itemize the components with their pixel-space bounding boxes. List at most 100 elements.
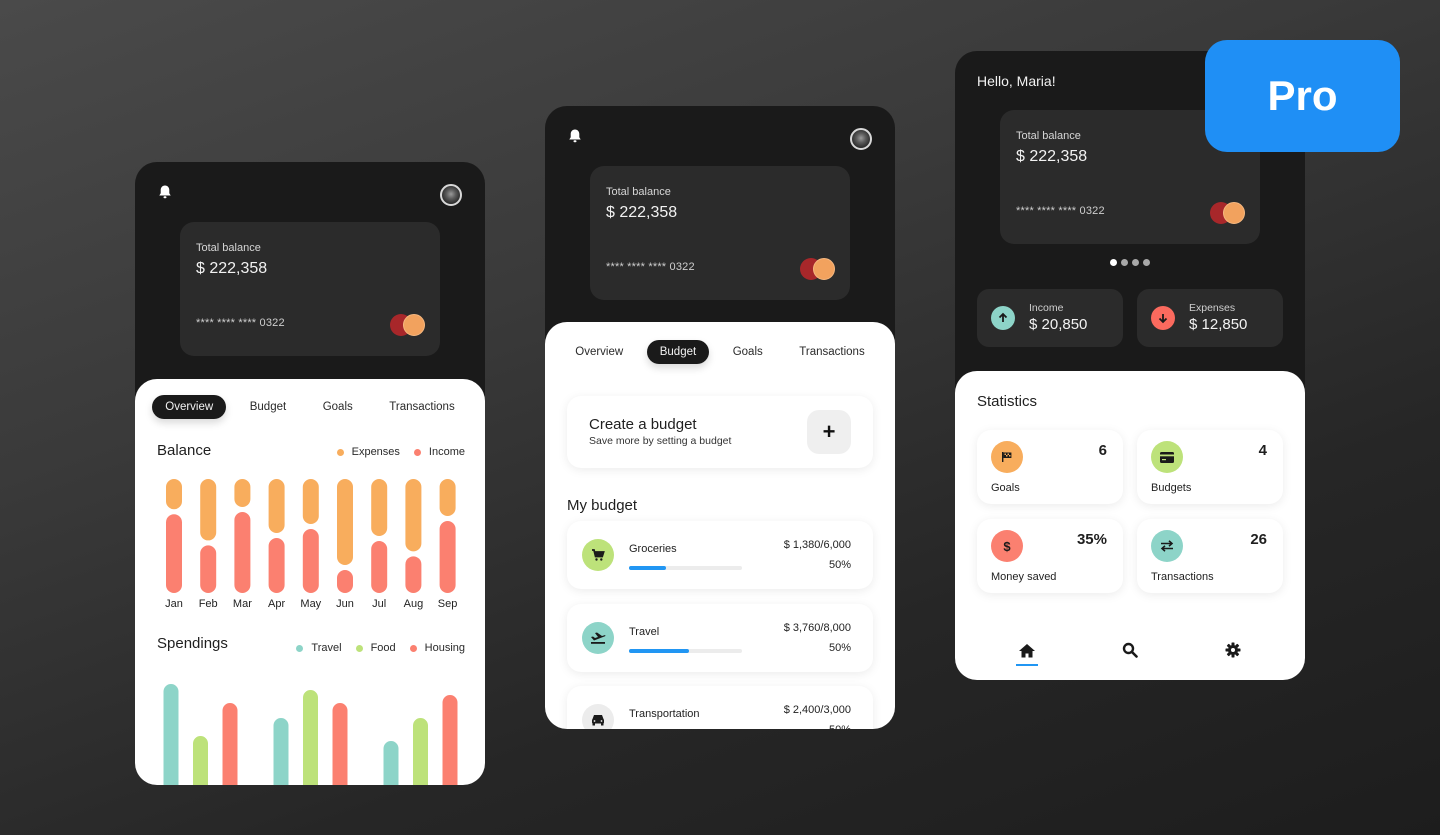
stat-label: Goals [991, 482, 1020, 494]
budget-item[interactable]: Travel $ 3,760/8,000 50% [567, 604, 873, 672]
statistics-title: Statistics [977, 393, 1038, 410]
balance-month-label: May [300, 598, 321, 610]
expenses-label: Expenses [1189, 302, 1236, 314]
phone-budget-screen: Total balance $ 222,358 **** **** **** 0… [545, 106, 895, 729]
flag-icon [991, 441, 1023, 473]
balance-bar-expenses [337, 479, 353, 565]
plane-icon [582, 622, 614, 654]
nav-search[interactable] [1110, 630, 1150, 670]
balance-amount: $ 222,358 [196, 260, 268, 277]
balance-title: Balance [157, 442, 212, 459]
stat-goals[interactable]: 6 Goals [977, 430, 1123, 504]
stat-label: Budgets [1151, 482, 1192, 494]
budget-progress [629, 649, 742, 653]
income-value: $ 20,850 [1029, 316, 1088, 333]
create-budget-title: Create a budget [589, 416, 697, 433]
tab-goals[interactable]: Goals [720, 340, 776, 364]
carousel-dot[interactable] [1110, 259, 1117, 266]
bell-icon[interactable] [157, 184, 173, 200]
carousel-dot[interactable] [1132, 259, 1139, 266]
stat-value: 4 [1258, 442, 1267, 459]
statistics-sheet: Statistics 6 Goals 4 Budgets $ 35% Money… [955, 371, 1305, 680]
stat-value: 6 [1098, 442, 1107, 459]
balance-label: Total balance [196, 242, 261, 254]
avatar[interactable] [850, 128, 872, 150]
budget-progress [629, 566, 742, 570]
tab-transactions[interactable]: Transactions [376, 395, 467, 419]
home-icon [1018, 643, 1035, 657]
car-icon [582, 704, 614, 729]
my-budget-title: My budget [567, 497, 638, 514]
nav-home[interactable] [1007, 630, 1047, 670]
expenses-card[interactable]: Expenses $ 12,850 [1137, 289, 1283, 347]
tab-transactions[interactable]: Transactions [786, 340, 877, 364]
tab-overview[interactable]: Overview [562, 340, 636, 364]
budget-name: Transportation [629, 708, 700, 720]
budget-name: Travel [629, 626, 660, 638]
budget-item[interactable]: Transportation $ 2,400/3,000 50% [567, 686, 873, 729]
budget-percent: 50% [828, 642, 851, 654]
tab-budget[interactable]: Budget [237, 395, 299, 419]
stat-money-saved[interactable]: $ 35% Money saved [977, 519, 1123, 593]
balance-bar-income [371, 541, 388, 593]
mastercard-icon [390, 314, 426, 336]
spendings-bar-housing [222, 703, 238, 785]
balance-month-label: Jul [372, 598, 386, 610]
expenses-value: $ 12,850 [1189, 316, 1248, 333]
create-budget-card[interactable]: Create a budget Save more by setting a b… [567, 396, 873, 468]
carousel-dot[interactable] [1143, 259, 1150, 266]
stat-label: Money saved [991, 571, 1057, 583]
balance-month-label: Feb [199, 598, 218, 610]
balance-bar-income [405, 556, 422, 593]
budget-percent: 50% [828, 559, 851, 571]
tab-bar: Overview Budget Goals Transactions [135, 395, 485, 419]
tab-overview[interactable]: Overview [152, 395, 227, 419]
dollar-icon: $ [991, 530, 1023, 562]
card-carousel-indicator[interactable] [1110, 259, 1150, 266]
balance-card[interactable]: Total balance $ 222,358 **** **** **** 0… [590, 166, 850, 300]
mastercard-icon [800, 258, 836, 280]
balance-bar-expenses [166, 479, 182, 510]
add-budget-button[interactable]: + [807, 410, 851, 454]
spendings-chart [163, 684, 458, 785]
balance-bar-income [234, 512, 251, 593]
balance-bar-income [166, 514, 182, 593]
balance-month-label: Mar [233, 598, 252, 610]
phone-overview-screen: Total balance $ 222,358 **** **** **** 0… [135, 162, 485, 785]
balance-amount: $ 222,358 [1016, 148, 1088, 165]
nav-settings[interactable] [1213, 630, 1253, 670]
arrow-up-icon [991, 306, 1015, 330]
stat-budgets[interactable]: 4 Budgets [1137, 430, 1283, 504]
spendings-bar-food [303, 690, 318, 785]
budget-name: Groceries [629, 543, 677, 555]
balance-amount: $ 222,358 [606, 204, 678, 221]
bell-icon[interactable] [567, 128, 583, 144]
tab-goals[interactable]: Goals [310, 395, 366, 419]
exchange-icon [1151, 530, 1183, 562]
cart-icon [582, 539, 614, 571]
tab-budget[interactable]: Budget [646, 340, 710, 364]
balance-bar-income [200, 545, 217, 593]
balance-card[interactable]: Total balance $ 222,358 **** **** **** 0… [180, 222, 440, 356]
greeting: Hello, Maria! [977, 73, 1056, 89]
balance-bar-income [439, 521, 456, 593]
overview-sheet: Overview Budget Goals Transactions Balan… [135, 379, 485, 785]
stat-value: 26 [1250, 531, 1267, 548]
avatar[interactable] [440, 184, 462, 206]
card-number: **** **** **** 0322 [196, 317, 285, 329]
spendings-bar-housing [332, 703, 348, 785]
income-card[interactable]: Income $ 20,850 [977, 289, 1123, 347]
balance-bar-expenses [371, 479, 388, 536]
balance-label: Total balance [1016, 130, 1081, 142]
balance-month-label: Aug [404, 598, 424, 610]
budget-item[interactable]: Groceries $ 1,380/6,000 50% [567, 521, 873, 589]
balance-bar-income [268, 538, 285, 593]
balance-chart: Jan Feb Mar Apr May Jun Jul Aug Sep [165, 479, 458, 610]
arrow-down-icon [1151, 306, 1175, 330]
balance-month-label: Sep [438, 598, 458, 610]
stat-transactions[interactable]: 26 Transactions [1137, 519, 1283, 593]
carousel-dot[interactable] [1121, 259, 1128, 266]
balance-bar-income [302, 529, 319, 593]
income-label: Income [1029, 302, 1064, 314]
balance-bar-expenses [200, 479, 217, 541]
